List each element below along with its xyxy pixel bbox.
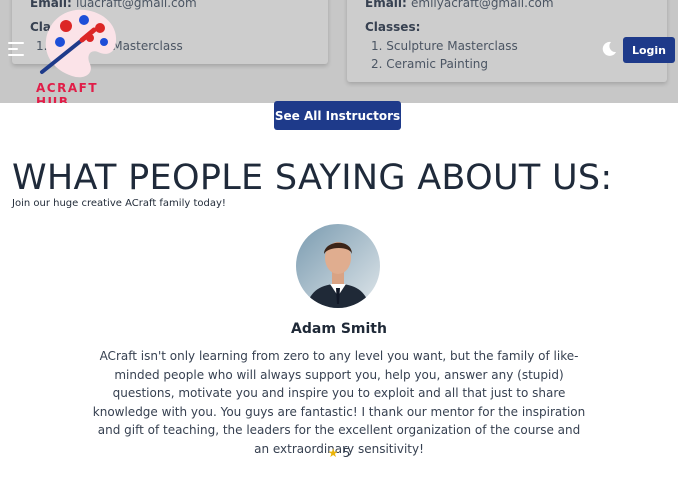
- login-button[interactable]: Login: [623, 37, 675, 63]
- star-icon: ★: [327, 446, 339, 460]
- section-title: WHAT PEOPLE SAYING ABOUT US:: [12, 158, 613, 198]
- class-item: 1. Sculpture Masterclass: [371, 39, 518, 53]
- instructor-email: Email: emilyacraft@gmail.com: [365, 0, 554, 10]
- classes-list: 1. Sculpture Masterclass 2. Ceramic Pain…: [371, 37, 518, 73]
- reviewer-name: Adam Smith: [291, 321, 387, 337]
- hamburger-menu-icon[interactable]: [8, 42, 24, 56]
- rating: ★ 5: [0, 446, 678, 460]
- navbar-overlay: Email: luacraft@gmail.com Classes: 1. Sc…: [0, 0, 678, 103]
- avatar: [296, 224, 380, 308]
- classes-label: Classes:: [365, 20, 421, 34]
- class-item: 2. Ceramic Painting: [371, 57, 488, 71]
- palette-icon: [40, 9, 117, 78]
- see-all-instructors-button[interactable]: See All Instructors: [274, 101, 401, 130]
- logo-text: ACRAFT HUB: [36, 81, 99, 103]
- logo[interactable]: ACRAFT HUB: [36, 4, 122, 103]
- review-text: ACraft isn't only learning from zero to …: [92, 349, 586, 456]
- rating-value: 5: [342, 446, 351, 460]
- section-subtitle: Join our huge creative ACraft family tod…: [12, 198, 226, 209]
- instructor-card: Email: emilyacraft@gmail.com Classes: 1.…: [347, 0, 667, 82]
- moon-icon[interactable]: [601, 41, 617, 57]
